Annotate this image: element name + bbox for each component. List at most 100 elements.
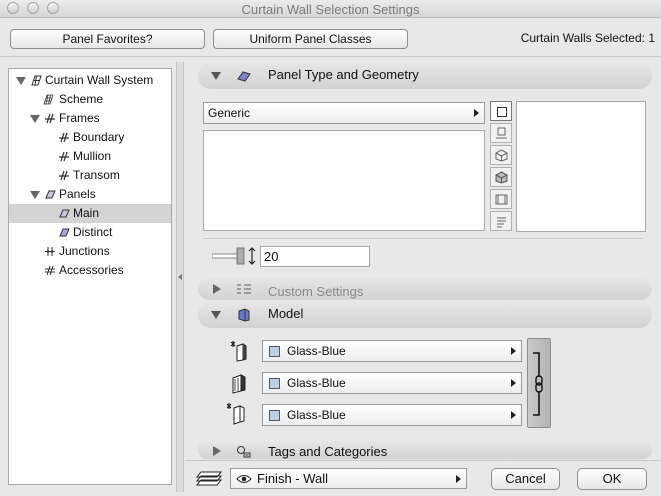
window-title: Curtain Wall Selection Settings [241, 2, 420, 17]
section-title: Model [268, 306, 304, 321]
list-icon [497, 217, 506, 228]
frame-icon [59, 132, 69, 143]
tree-item-frames[interactable]: Frames [9, 109, 171, 128]
layer-value: Finish - Wall [257, 471, 329, 486]
color-swatch [269, 410, 280, 421]
panel-preview [516, 101, 646, 232]
popup-arrow-icon [511, 411, 516, 419]
square-icon [497, 107, 507, 117]
panel-thickness-input[interactable]: 20 [260, 246, 370, 267]
tree-item-label: Main [73, 206, 100, 220]
frame-icon [59, 170, 69, 181]
outer-surface-select[interactable]: Glass-Blue [262, 340, 522, 362]
popup-arrow-icon [474, 109, 479, 117]
section-view-icon [496, 127, 507, 139]
view-elevation-button[interactable] [490, 189, 512, 209]
view-section-button[interactable] [490, 123, 512, 143]
popup-arrow-icon [456, 475, 461, 483]
ok-button[interactable]: OK [577, 468, 647, 490]
tags-icon [237, 446, 251, 458]
outer-surface-icon [230, 341, 247, 362]
tree-item-label: Accessories [59, 263, 124, 277]
edge-surface-select[interactable]: Glass-Blue [262, 372, 522, 394]
tree-item-junctions[interactable]: Junctions [9, 242, 171, 261]
tree-item-accessories[interactable]: Accessories [9, 261, 171, 280]
tree-item-transom[interactable]: Transom [9, 166, 171, 185]
settings-tree: Curtain Wall System Scheme Frames Bounda… [8, 68, 172, 485]
cube-icon [495, 149, 508, 162]
disclosure-triangle-icon[interactable] [30, 191, 40, 199]
divider [185, 460, 661, 461]
panel-splitter[interactable] [176, 62, 184, 492]
panel-favorites-button[interactable]: Panel Favorites? [10, 29, 205, 49]
view-list-button[interactable] [490, 211, 512, 231]
tree-item-mullion[interactable]: Mullion [9, 147, 171, 166]
tree-item-label: Distinct [73, 225, 113, 239]
inner-surface-icon [226, 403, 245, 425]
layers-icon [195, 471, 223, 486]
cancel-button[interactable]: Cancel [491, 468, 560, 490]
frame-icon [59, 151, 69, 162]
disclosure-triangle-icon[interactable] [30, 115, 40, 123]
tree-item-label: Transom [73, 168, 120, 182]
color-swatch [269, 378, 280, 389]
curtain-walls-selected-status: Curtain Walls Selected: 1 [520, 31, 655, 45]
frames-icon [45, 113, 55, 124]
panels-icon [45, 190, 56, 199]
title-bar: Curtain Wall Selection Settings [0, 0, 661, 18]
uniform-panel-classes-button[interactable]: Uniform Panel Classes [213, 29, 408, 49]
tree-item-panels[interactable]: Panels [9, 185, 171, 204]
scheme-grid-icon [43, 94, 54, 105]
section-title: Panel Type and Geometry [268, 67, 419, 82]
disclosure-triangle-icon[interactable] [16, 77, 26, 85]
tree-item-boundary[interactable]: Boundary [9, 128, 171, 147]
panel-parameters-list[interactable] [203, 130, 485, 231]
color-swatch [269, 346, 280, 357]
section-header-panel-type-geometry[interactable]: Panel Type and Geometry [198, 63, 652, 89]
view-3d-button[interactable] [490, 145, 512, 165]
elevation-icon [495, 194, 508, 205]
tree-item-main[interactable]: Main [9, 204, 171, 223]
tree-item-scheme[interactable]: Scheme [9, 90, 171, 109]
panel-geometry-icon [237, 71, 251, 82]
popup-arrow-icon [511, 379, 516, 387]
tree-item-label: Junctions [59, 244, 110, 258]
collapsed-triangle-icon [213, 446, 221, 456]
layer-select[interactable]: Finish - Wall [230, 468, 467, 489]
popup-arrow-icon [511, 347, 516, 355]
junctions-icon [45, 247, 55, 256]
custom-settings-icon [237, 284, 251, 294]
accessories-icon [45, 265, 55, 276]
tree-item-label: Panels [59, 187, 96, 201]
section-header-tags-categories[interactable]: Tags and Categories [198, 441, 652, 459]
surface-value: Glass-Blue [287, 376, 346, 390]
panel-icon [59, 209, 70, 218]
section-header-model[interactable]: Model [198, 302, 652, 328]
curtain-wall-icon [31, 75, 42, 86]
chain-link-icon [533, 352, 543, 416]
section-header-custom-settings[interactable]: Custom Settings [198, 278, 652, 300]
panel-type-select[interactable]: Generic [203, 102, 485, 124]
inner-surface-select[interactable]: Glass-Blue [262, 404, 522, 426]
panel-thickness-icon [212, 247, 256, 265]
view-2d-button[interactable] [490, 101, 512, 121]
edge-surface-icon [232, 374, 246, 394]
model-icon [238, 308, 250, 322]
surface-value: Glass-Blue [287, 408, 346, 422]
link-surfaces-toggle[interactable] [527, 338, 551, 428]
tree-item-distinct[interactable]: Distinct [9, 223, 171, 242]
splitter-arrow-icon [178, 274, 182, 280]
section-title: Tags and Categories [268, 444, 388, 459]
eye-icon [236, 475, 252, 483]
divider [0, 56, 661, 57]
panel-type-value: Generic [208, 106, 251, 120]
tree-item-curtain-wall-system[interactable]: Curtain Wall System [9, 71, 171, 90]
tree-item-label: Mullion [73, 149, 112, 163]
expanded-triangle-icon [211, 311, 221, 319]
tree-item-label: Curtain Wall System [45, 73, 154, 87]
panel-icon [59, 228, 70, 237]
tree-item-label: Scheme [59, 92, 104, 106]
section-title: Custom Settings [268, 284, 364, 299]
collapsed-triangle-icon [213, 284, 221, 294]
view-3d-shaded-button[interactable] [490, 167, 512, 187]
